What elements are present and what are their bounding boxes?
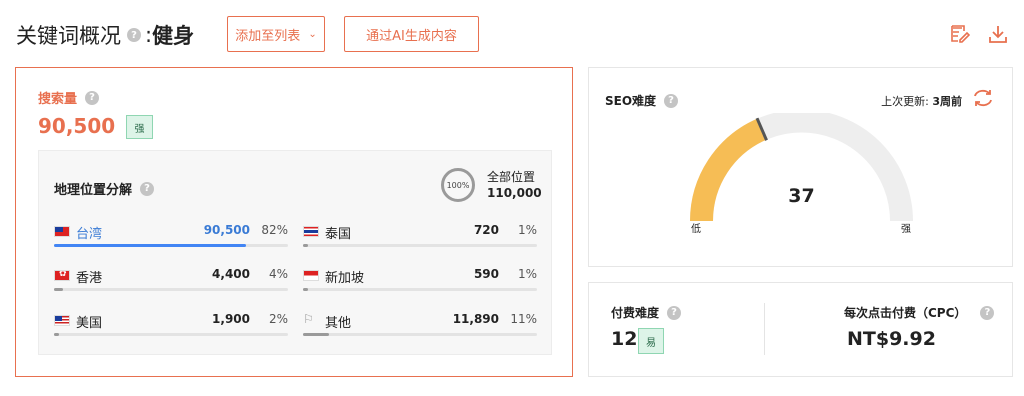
geo-value: 11,890: [452, 312, 499, 326]
help-icon[interactable]: ?: [127, 28, 141, 42]
cpc-title-text: 每次点击付费（CPC）: [844, 306, 967, 320]
gauge-fill: [690, 118, 767, 222]
geo-percent: 2%: [268, 312, 288, 326]
sg-flag-icon: [303, 270, 319, 281]
divider: [764, 303, 765, 355]
geo-percent: 1%: [517, 267, 537, 281]
seo-title-text: SEO难度: [605, 94, 657, 108]
geo-value: 4,400: [212, 267, 250, 281]
geo-percent: 82%: [261, 223, 288, 237]
geo-value: 590: [473, 267, 499, 281]
geo-percent: 4%: [268, 267, 288, 281]
geo-percent: 1%: [517, 223, 537, 237]
us-flag-icon: [54, 315, 70, 326]
geo-title-text: 地理位置分解: [54, 183, 133, 198]
help-icon[interactable]: ?: [140, 181, 155, 196]
geo-name: 新加坡: [325, 271, 365, 286]
page-title: 关键词概况 ? : 健身: [16, 20, 194, 50]
geo-value: 720: [473, 223, 499, 237]
geo-breakdown: 地理位置分解 ? 100% 全部位置 110,000 台湾 90,500 82%…: [38, 150, 552, 355]
geo-share-bar: [303, 333, 537, 336]
ppc-panel: 付费难度 ? 12 易 每次点击付费（CPC） ? NT$9.92: [588, 282, 1013, 377]
ppc-difficulty-badge: 易: [638, 328, 664, 354]
geo-name: 泰国: [325, 227, 352, 242]
geo-share-bar: [303, 288, 537, 291]
gauge-low-label: 低: [691, 224, 701, 235]
geo-share-fill: [54, 244, 246, 247]
download-icon[interactable]: [988, 24, 1008, 44]
chevron-down-icon: ⌄: [308, 28, 317, 40]
seo-difficulty-value: 37: [788, 185, 815, 207]
geo-share-fill: [303, 333, 329, 336]
cpc-title: 每次点击付费（CPC） ?: [844, 304, 995, 321]
ppc-title-text: 付费难度: [611, 306, 660, 320]
geo-value: 90,500: [203, 223, 250, 237]
geo-row-hongkong[interactable]: 香港 4,400 4%: [54, 267, 288, 293]
geo-name: 香港: [76, 271, 103, 286]
geo-name: 台湾: [76, 227, 103, 242]
geo-share-fill: [54, 288, 64, 291]
hk-flag-icon: [54, 270, 70, 281]
ai-generate-button[interactable]: 通过AI生成内容: [344, 16, 479, 52]
add-to-list-button[interactable]: 添加至列表 ⌄: [227, 16, 325, 52]
geo-share-fill: [54, 333, 59, 336]
title-prefix: 关键词概况: [16, 24, 121, 48]
geo-title: 地理位置分解 ?: [54, 179, 155, 198]
seo-difficulty-panel: SEO难度 ? 上次更新: 3周前 37 低 强: [588, 67, 1013, 267]
geo-share-bar: [54, 333, 288, 336]
seo-title: SEO难度 ?: [605, 92, 679, 109]
search-volume-label: 搜索量 ?: [38, 88, 100, 107]
geo-name: 美国: [76, 316, 103, 331]
help-icon[interactable]: ?: [85, 90, 100, 105]
geo-share-fill: [303, 244, 308, 247]
gauge-high-label: 强: [901, 224, 911, 235]
tw-flag-icon: [54, 226, 70, 237]
geo-row-taiwan[interactable]: 台湾 90,500 82%: [54, 223, 288, 249]
ppc-difficulty-title: 付费难度 ?: [611, 304, 682, 321]
add-to-list-label: 添加至列表: [235, 28, 301, 44]
geo-name: 其他: [325, 316, 352, 331]
geo-share-bar: [54, 244, 288, 247]
search-volume-label-text: 搜索量: [38, 92, 78, 107]
th-flag-icon: [303, 226, 319, 237]
ppc-difficulty-value: 12: [611, 328, 638, 350]
geo-share-fill: [303, 288, 308, 291]
help-icon[interactable]: ?: [664, 93, 679, 108]
last-updated-label: 上次更新:: [881, 95, 933, 108]
search-volume-value: 90,500: [38, 114, 116, 138]
geo-row-singapore[interactable]: 新加坡 590 1%: [303, 267, 537, 293]
title-colon: :: [145, 23, 153, 47]
last-updated: 上次更新: 3周前: [881, 93, 962, 109]
all-locations-label: 全部位置: [487, 170, 536, 184]
refresh-icon[interactable]: [972, 88, 994, 108]
edit-report-icon[interactable]: [950, 24, 970, 44]
geo-percent: 11%: [510, 312, 537, 326]
ai-generate-label: 通过AI生成内容: [366, 28, 457, 44]
keyword-text: 健身: [152, 24, 195, 48]
geo-row-thailand[interactable]: 泰国 720 1%: [303, 223, 537, 249]
geo-share-bar: [54, 288, 288, 291]
other-flag-icon: ⚐: [303, 312, 314, 326]
search-volume-badge: 强: [126, 115, 153, 139]
geo-share-bar: [303, 244, 537, 247]
geo-value: 1,900: [212, 312, 250, 326]
page-header: 关键词概况 ? : 健身 添加至列表 ⌄ 通过AI生成内容: [0, 0, 1024, 62]
all-locations-value: 110,000: [487, 186, 542, 200]
help-icon[interactable]: ?: [980, 305, 995, 320]
geo-row-other[interactable]: ⚐ 其他 11,890 11%: [303, 312, 537, 338]
geo-row-usa[interactable]: 美国 1,900 2%: [54, 312, 288, 338]
all-locations-circle: 100%: [441, 168, 475, 202]
help-icon[interactable]: ?: [667, 305, 682, 320]
cpc-value: NT$9.92: [847, 328, 936, 350]
search-volume-panel: 搜索量 ? 90,500 强 地理位置分解 ? 100% 全部位置 110,00…: [15, 67, 573, 377]
last-updated-value: 3周前: [932, 95, 962, 108]
